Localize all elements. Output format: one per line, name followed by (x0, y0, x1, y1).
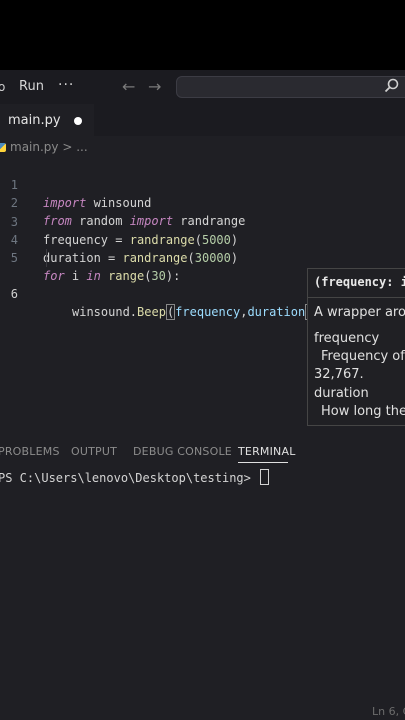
number: 30 (151, 269, 166, 284)
operator: = (108, 232, 130, 247)
breadcrumb[interactable]: main.py > ... (0, 140, 88, 154)
operator: = (100, 250, 123, 265)
paren: ( (165, 304, 176, 321)
keyword: in (86, 269, 101, 284)
keyword: import (129, 214, 174, 229)
active-tab-indicator (238, 462, 288, 463)
command-center-search[interactable] (176, 76, 405, 98)
code-text: winsound (86, 196, 152, 210)
code-line[interactable]: 2 from random import randrange (0, 176, 246, 228)
tab-terminal[interactable]: TERMINAL (238, 445, 296, 458)
terminal-cursor (260, 469, 270, 485)
paren: ( (187, 250, 195, 265)
breadcrumb-file[interactable]: main.py (10, 140, 59, 154)
hover-param2-desc: How long the (321, 404, 405, 419)
code-line[interactable]: 4 duration = randrange(30000) (0, 213, 238, 265)
status-cursor-position[interactable]: Ln 6, Col (372, 705, 405, 718)
hover-tooltip: (frequency: int A wrapper arou frequency… (307, 268, 405, 426)
code-text: randrange (173, 214, 246, 229)
paren: ( (194, 232, 202, 247)
terminal-prompt-line[interactable]: PS C:\Users\lenovo\Desktop\testing> (0, 469, 270, 485)
hover-description: A wrapper arou (314, 305, 405, 320)
python-file-icon (0, 143, 6, 152)
code-text: i (64, 269, 87, 284)
function-name: randrange (122, 250, 188, 265)
hover-param1-desc: Frequency of t (321, 349, 405, 364)
code-line[interactable]: 5 for i in range(30): (0, 231, 181, 283)
variable: frequency (43, 232, 109, 247)
hover-param1-name: frequency (314, 331, 380, 346)
back-arrow-icon[interactable]: ← (122, 77, 135, 96)
paren: ) (230, 250, 239, 265)
forward-arrow-icon[interactable]: → (148, 77, 161, 96)
parameter: frequency (175, 305, 241, 320)
paren: ): (165, 269, 181, 284)
object-name: winsound. (72, 305, 138, 320)
paren: ) (230, 232, 239, 247)
line-number: 6 (10, 287, 18, 302)
function-name: Beep (137, 305, 166, 320)
hover-signature: (frequency: int (314, 275, 405, 289)
number: 5000 (201, 232, 231, 247)
tab-debug-console[interactable]: DEBUG CONSOLE (133, 445, 232, 458)
function-name: range (108, 269, 145, 284)
hover-divider (308, 297, 405, 298)
menu-item-partial[interactable]: o (0, 80, 5, 94)
tab-problems[interactable]: PROBLEMS (0, 445, 60, 458)
keyword: from (43, 214, 72, 229)
breadcrumb-separator: > ... (58, 140, 88, 154)
parameter: duration (247, 305, 306, 320)
tab-label[interactable]: main.py (8, 113, 61, 128)
number: 30000 (194, 250, 231, 265)
terminal-prompt: PS C:\Users\lenovo\Desktop\testing> (0, 471, 259, 485)
keyword: import (43, 196, 87, 210)
unsaved-dot-icon[interactable] (74, 117, 82, 125)
menu-item-run[interactable]: Run (19, 79, 44, 94)
code-editor[interactable]: 1 import winsound 2 from random import r… (0, 158, 315, 321)
menu-more-button[interactable]: ··· (58, 77, 74, 93)
variable: duration (43, 250, 101, 265)
keyword: for (43, 269, 65, 284)
code-line[interactable]: 1 import winsound (0, 158, 152, 210)
tab-output[interactable]: OUTPUT (71, 445, 117, 458)
top-black-bar (0, 0, 405, 70)
hover-param2-name: duration (314, 386, 369, 401)
indent-guide (46, 249, 47, 268)
code-line[interactable]: 3 frequency = randrange(5000) (0, 195, 238, 247)
hover-param1-value: 32,767. (314, 367, 364, 382)
search-icon[interactable] (384, 78, 400, 94)
code-line-active[interactable]: 6 winsound.Beep(frequency,duration) (0, 249, 315, 321)
function-name: randrange (129, 232, 195, 247)
code-text: random (71, 214, 130, 229)
